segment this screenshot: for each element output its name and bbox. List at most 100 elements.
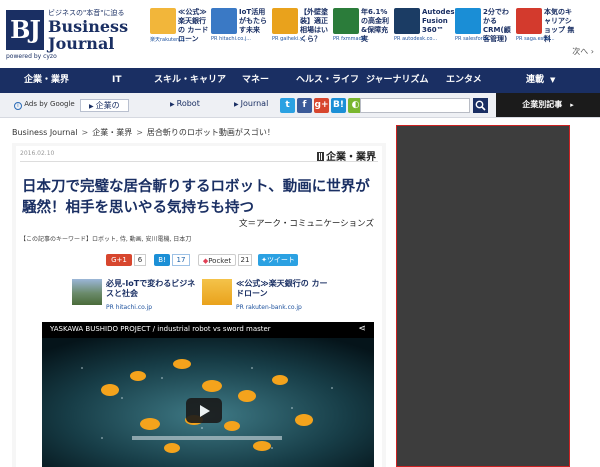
- sub-bar: i Ads by Google ▶ 企業の ▶ Robot ▶ Journal tfg…: [0, 93, 600, 118]
- hatena-count: 17: [172, 254, 190, 266]
- top-ad-strip: ≪公式≫楽天銀行の カードローン 楽天rakuten.b... IoT活用がもたらす…: [150, 4, 596, 60]
- ad-thumbnail: [394, 8, 420, 34]
- logo-name-line2: Journal: [48, 34, 115, 53]
- gplus-label: G+1: [111, 256, 127, 264]
- ad-link-label: Robot: [176, 99, 200, 108]
- sidebar-ad[interactable]: [396, 125, 570, 467]
- twitter-icon[interactable]: t: [280, 98, 295, 113]
- ad-thumbnail: [150, 8, 176, 34]
- share-icon[interactable]: ⋖: [358, 324, 366, 334]
- ad-text: 必見-IoTで変わるビジネスと社会: [106, 279, 196, 298]
- ad-source: PR autodesk.co...: [394, 36, 438, 42]
- tweet-button[interactable]: ✦ツイート: [258, 254, 298, 266]
- article-keywords[interactable]: 【この記事のキーワード】ロボット, 侍, 動画, 安川電機, 日本刀: [20, 234, 191, 243]
- page: BJ ビジネスの"本音"に迫る Business Journal powered…: [0, 0, 600, 467]
- breadcrumb-separator: >: [136, 128, 143, 137]
- ad-link-label: Journal: [240, 99, 269, 108]
- search-input[interactable]: [360, 98, 470, 113]
- ad-thumbnail: [333, 8, 359, 34]
- hatena-bookmark-button[interactable]: B!: [154, 254, 170, 266]
- video-player[interactable]: YASKAWA BUSHIDO PROJECT / industrial rob…: [42, 322, 374, 467]
- caret-down-icon: ▼: [550, 76, 556, 84]
- main-nav: 企業・業界 IT スキル・キャリア マネー ヘルス・ライフ ジャーナリズム エンタメ 連載 ▼: [0, 68, 600, 93]
- nav-item-label: IT: [112, 75, 122, 85]
- play-button[interactable]: [186, 398, 222, 423]
- nav-item-2[interactable]: IT: [112, 68, 122, 93]
- ad-source: PR gaiheki.y...: [272, 36, 307, 42]
- ad-source: PR hitachi.co.jp: [106, 304, 153, 311]
- nav-item-4[interactable]: マネー: [242, 68, 269, 93]
- ad-link-label: 企業の: [95, 101, 120, 110]
- hatena-icon[interactable]: B!: [331, 98, 346, 113]
- ad-thumbnail: [211, 8, 237, 34]
- ad-thumbnail: [72, 279, 102, 305]
- breadcrumb-separator: >: [81, 128, 89, 137]
- pocket-button[interactable]: ◆Pocket: [198, 254, 236, 266]
- nav-item-label: 連載: [526, 75, 545, 85]
- ad-text: Autodesk® Fusion 360™: [422, 8, 467, 34]
- breadcrumb-home[interactable]: Business Journal: [12, 128, 78, 137]
- pocket-count: 21: [238, 254, 252, 266]
- ad-thumbnail: [202, 279, 232, 305]
- tweet-label: ツイート: [266, 256, 295, 264]
- ad-thumbnail: [455, 8, 481, 34]
- site-header: BJ ビジネスの"本音"に迫る Business Journal powered…: [0, 0, 600, 66]
- ad-text: ≪公式≫楽天銀行の カードローン: [236, 279, 328, 298]
- breadcrumb-category[interactable]: 企業・業界: [92, 128, 132, 137]
- nav-item-1[interactable]: 企業・業界: [24, 68, 69, 93]
- ad-thumbnail: [516, 8, 542, 34]
- article-card: 2016.02.10 企業・業界 日本刀で完璧な居合斬りするロボット、動画に世界…: [16, 146, 382, 467]
- ad-source: PR salesforce...: [455, 36, 494, 42]
- facebook-icon[interactable]: f: [297, 98, 312, 113]
- ad-link-2[interactable]: ▶ Robot: [170, 99, 200, 112]
- article-date: 2016.02.10: [20, 150, 55, 157]
- nav-item-label: エンタメ: [446, 75, 482, 85]
- in-article-ad-1[interactable]: 必見-IoTで変わるビジネスと社会 PR hitachi.co.jp: [72, 279, 200, 313]
- video-title[interactable]: YASKAWA BUSHIDO PROJECT / industrial rob…: [50, 325, 271, 333]
- ad-text: IoT活用がもたらす未来: [239, 8, 267, 34]
- breadcrumb: Business Journal > 企業・業界 > 居合斬りのロボット動画がスゴい！: [12, 127, 275, 138]
- in-article-ad-2[interactable]: ≪公式≫楽天銀行の カードローン PR rakuten-bank.co.jp: [202, 279, 330, 313]
- article-author: 文＝アーク・コミュニケーションズ: [239, 219, 374, 229]
- ad-source: PR hitachi.co.j...: [211, 36, 252, 42]
- nav-item-label: ヘルス・ライフ: [296, 75, 360, 85]
- top-ad-7[interactable]: 本気のキャリアショップ 無料 PR saga.estor...: [516, 6, 600, 44]
- pocket-label: Pocket: [208, 257, 232, 265]
- ad-source: 楽天rakuten.b...: [150, 37, 189, 43]
- triangle-icon: ▶: [89, 103, 94, 110]
- nav-item-3[interactable]: スキル・キャリア: [154, 68, 226, 93]
- ad-link-3[interactable]: ▶ Journal: [234, 99, 268, 112]
- gplus-share-button[interactable]: G+1: [106, 254, 132, 266]
- building-icon: [317, 152, 324, 161]
- ads-by-google[interactable]: i Ads by Google: [14, 100, 75, 110]
- logo-powered-by: powered by cyzo: [6, 53, 57, 60]
- google-plus-icon[interactable]: g+: [314, 98, 329, 113]
- adchoices-icon: i: [14, 102, 22, 110]
- nav-item-label: スキル・キャリア: [154, 75, 227, 85]
- site-logo[interactable]: BJ ビジネスの"本音"に迫る Business Journal powered…: [6, 6, 146, 62]
- search-icon: [475, 100, 486, 111]
- nav-item-6[interactable]: ジャーナリズム: [366, 68, 429, 93]
- logo-mark: BJ: [6, 10, 44, 50]
- article: 2016.02.10 企業・業界 日本刀で完璧な居合斬りするロボット、動画に世界…: [12, 143, 386, 467]
- chevron-right-icon: ▸: [570, 101, 574, 109]
- corp-articles-label: 企業別記事: [522, 100, 563, 109]
- nav-item-5[interactable]: ヘルス・ライフ: [296, 68, 359, 93]
- nav-item-label: マネー: [242, 75, 270, 85]
- ad-next-link[interactable]: 次へ ›: [572, 46, 594, 57]
- hatena-label: B!: [158, 256, 166, 264]
- triangle-icon: ▶: [170, 101, 175, 108]
- article-title: 日本刀で完璧な居合斬りするロボット、動画に世界が騒然！相手を思いやる気持ちも持つ: [22, 179, 370, 216]
- in-article-ads: 必見-IoTで変わるビジネスと社会 PR hitachi.co.jp ≪公式≫楽…: [72, 279, 332, 313]
- nav-item-8[interactable]: 連載 ▼: [526, 68, 555, 93]
- divider: [20, 161, 378, 162]
- triangle-icon: ▶: [234, 101, 239, 108]
- ads-by-google-label: Ads by Google: [24, 100, 75, 108]
- nav-item-7[interactable]: エンタメ: [446, 68, 482, 93]
- nav-item-label: 企業・業界: [24, 75, 70, 85]
- ad-source: PR fxmmade...: [333, 36, 370, 42]
- search-button[interactable]: [473, 98, 488, 113]
- corp-articles-button[interactable]: 企業別記事 ▸: [496, 93, 600, 117]
- ad-link-1[interactable]: ▶ 企業の: [80, 99, 129, 112]
- ad-thumbnail: [272, 8, 298, 34]
